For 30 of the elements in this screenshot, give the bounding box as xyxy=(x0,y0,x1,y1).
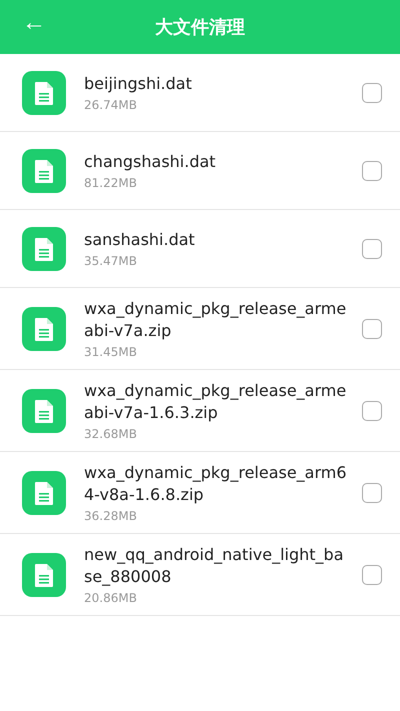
document-icon xyxy=(22,148,66,192)
file-size: 36.28MB xyxy=(84,509,138,523)
file-size: 26.74MB xyxy=(84,98,138,112)
document-icon xyxy=(22,306,66,350)
file-name: beijingshi.dat xyxy=(84,73,193,95)
checkbox[interactable] xyxy=(362,482,382,502)
file-size: 32.68MB xyxy=(84,427,138,441)
file-size: 20.86MB xyxy=(84,591,138,605)
checkbox[interactable] xyxy=(362,400,382,420)
document-icon xyxy=(22,470,66,514)
checkbox[interactable] xyxy=(362,564,382,584)
document-icon xyxy=(22,552,66,596)
back-button[interactable]: ← xyxy=(18,9,50,37)
file-name: new_qq_android_native_light_base_880008 xyxy=(84,544,344,588)
checkbox[interactable] xyxy=(362,82,382,102)
document-icon xyxy=(22,388,66,432)
checkbox[interactable] xyxy=(362,160,382,180)
file-name: sanshashi.dat xyxy=(84,229,196,251)
file-size: 31.45MB xyxy=(84,345,138,359)
file-size: 35.47MB xyxy=(84,254,138,268)
file-name: changshashi.dat xyxy=(84,151,217,173)
file-name: wxa_dynamic_pkg_release_armeabi-v7a.zip xyxy=(84,298,348,342)
document-icon xyxy=(22,226,66,270)
document-icon xyxy=(22,70,66,114)
file-name: wxa_dynamic_pkg_release_armeabi-v7a-1.6.3.zip xyxy=(84,380,348,424)
checkbox[interactable] xyxy=(362,318,382,338)
page-title: 大文件清理 xyxy=(155,16,245,39)
file-name: wxa_dynamic_pkg_release_arm64-v8a-1.6.8.zip xyxy=(84,462,348,506)
checkbox[interactable] xyxy=(362,238,382,258)
file-size: 81.22MB xyxy=(84,176,138,190)
